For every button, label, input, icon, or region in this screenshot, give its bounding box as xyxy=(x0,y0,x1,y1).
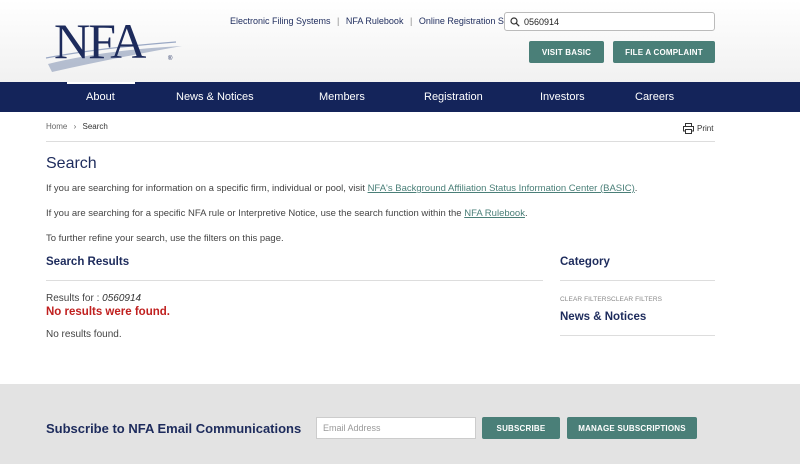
clear-filters-link[interactable]: CLEAR FILTERSCLEAR FILTERS xyxy=(560,296,662,303)
nav-item-careers[interactable]: Careers xyxy=(635,82,674,112)
breadcrumb: Home › Search xyxy=(46,122,108,131)
no-results-text: No results found. xyxy=(46,329,122,340)
results-for: Results for : 0560914 xyxy=(46,293,141,304)
intro-text: If you are searching for information on … xyxy=(46,183,368,194)
rulebook-link[interactable]: NFA Rulebook xyxy=(464,208,525,219)
nav-item-about[interactable]: About xyxy=(86,82,115,112)
printer-icon xyxy=(683,123,694,134)
link-separator: | xyxy=(337,16,340,26)
breadcrumb-divider xyxy=(46,141,715,142)
subscribe-title: Subscribe to NFA Email Communications xyxy=(46,421,302,436)
link-separator: | xyxy=(409,16,413,26)
print-label: Print xyxy=(697,124,714,133)
logo-text: NFA xyxy=(54,13,146,69)
manage-subscriptions-button[interactable]: MANAGE SUBSCRIPTIONS xyxy=(567,417,697,439)
intro-text-end: . xyxy=(524,208,528,219)
search-results-heading: Search Results xyxy=(46,256,130,268)
nav-item-investors[interactable]: Investors xyxy=(540,82,585,112)
category-heading: Category xyxy=(560,256,610,268)
intro-paragraph-rulebook: If you are searching for a specific NFA … xyxy=(46,208,528,219)
basic-link[interactable]: NFA's Background Affiliation Status Info… xyxy=(368,183,635,194)
utility-links: Electronic Filing Systems | NFA Rulebook… xyxy=(230,16,528,26)
svg-text:®: ® xyxy=(168,55,173,62)
site-search xyxy=(504,12,715,31)
intro-text: If you are searching for a specific NFA … xyxy=(46,208,465,219)
search-input[interactable] xyxy=(524,16,704,27)
link-nfa-rulebook[interactable]: NFA Rulebook xyxy=(346,16,404,26)
main-nav: About News & Notices Members Registratio… xyxy=(0,82,800,112)
search-icon[interactable] xyxy=(510,16,520,27)
chevron-right-icon: › xyxy=(73,122,77,131)
intro-paragraph-filters: To further refine your search, use the f… xyxy=(46,233,284,244)
site-header: NFA ® Electronic Filing Systems | NFA Ru… xyxy=(0,0,800,82)
visit-basic-button[interactable]: VISIT BASIC xyxy=(529,41,604,63)
intro-text-end: . xyxy=(634,183,638,194)
results-divider xyxy=(46,280,543,281)
nav-active-indicator xyxy=(67,82,135,84)
results-for-label: Results for : xyxy=(46,293,103,304)
intro-paragraph-basic: If you are searching for information on … xyxy=(46,183,637,194)
category-news-notices[interactable]: News & Notices xyxy=(560,311,646,323)
category-item-divider xyxy=(560,335,715,336)
category-divider xyxy=(560,280,715,281)
file-complaint-button[interactable]: FILE A COMPLAINT xyxy=(613,41,715,63)
nav-item-registration[interactable]: Registration xyxy=(424,82,483,112)
subscribe-button[interactable]: SUBSCRIBE xyxy=(482,417,560,439)
breadcrumb-home[interactable]: Home xyxy=(46,122,67,131)
print-button[interactable]: Print xyxy=(683,123,713,134)
search-query: 0560914 xyxy=(102,293,142,304)
email-input[interactable] xyxy=(316,417,476,439)
page-title: Search xyxy=(46,155,97,172)
no-results-message: No results were found. xyxy=(46,306,170,318)
link-electronic-filing[interactable]: Electronic Filing Systems xyxy=(230,16,331,26)
nav-item-members[interactable]: Members xyxy=(319,82,365,112)
nfa-logo[interactable]: NFA ® xyxy=(44,12,184,74)
nav-item-news-notices[interactable]: News & Notices xyxy=(176,82,254,112)
breadcrumb-current: Search xyxy=(82,122,108,131)
nfa-logo-mark: NFA ® xyxy=(45,13,182,72)
